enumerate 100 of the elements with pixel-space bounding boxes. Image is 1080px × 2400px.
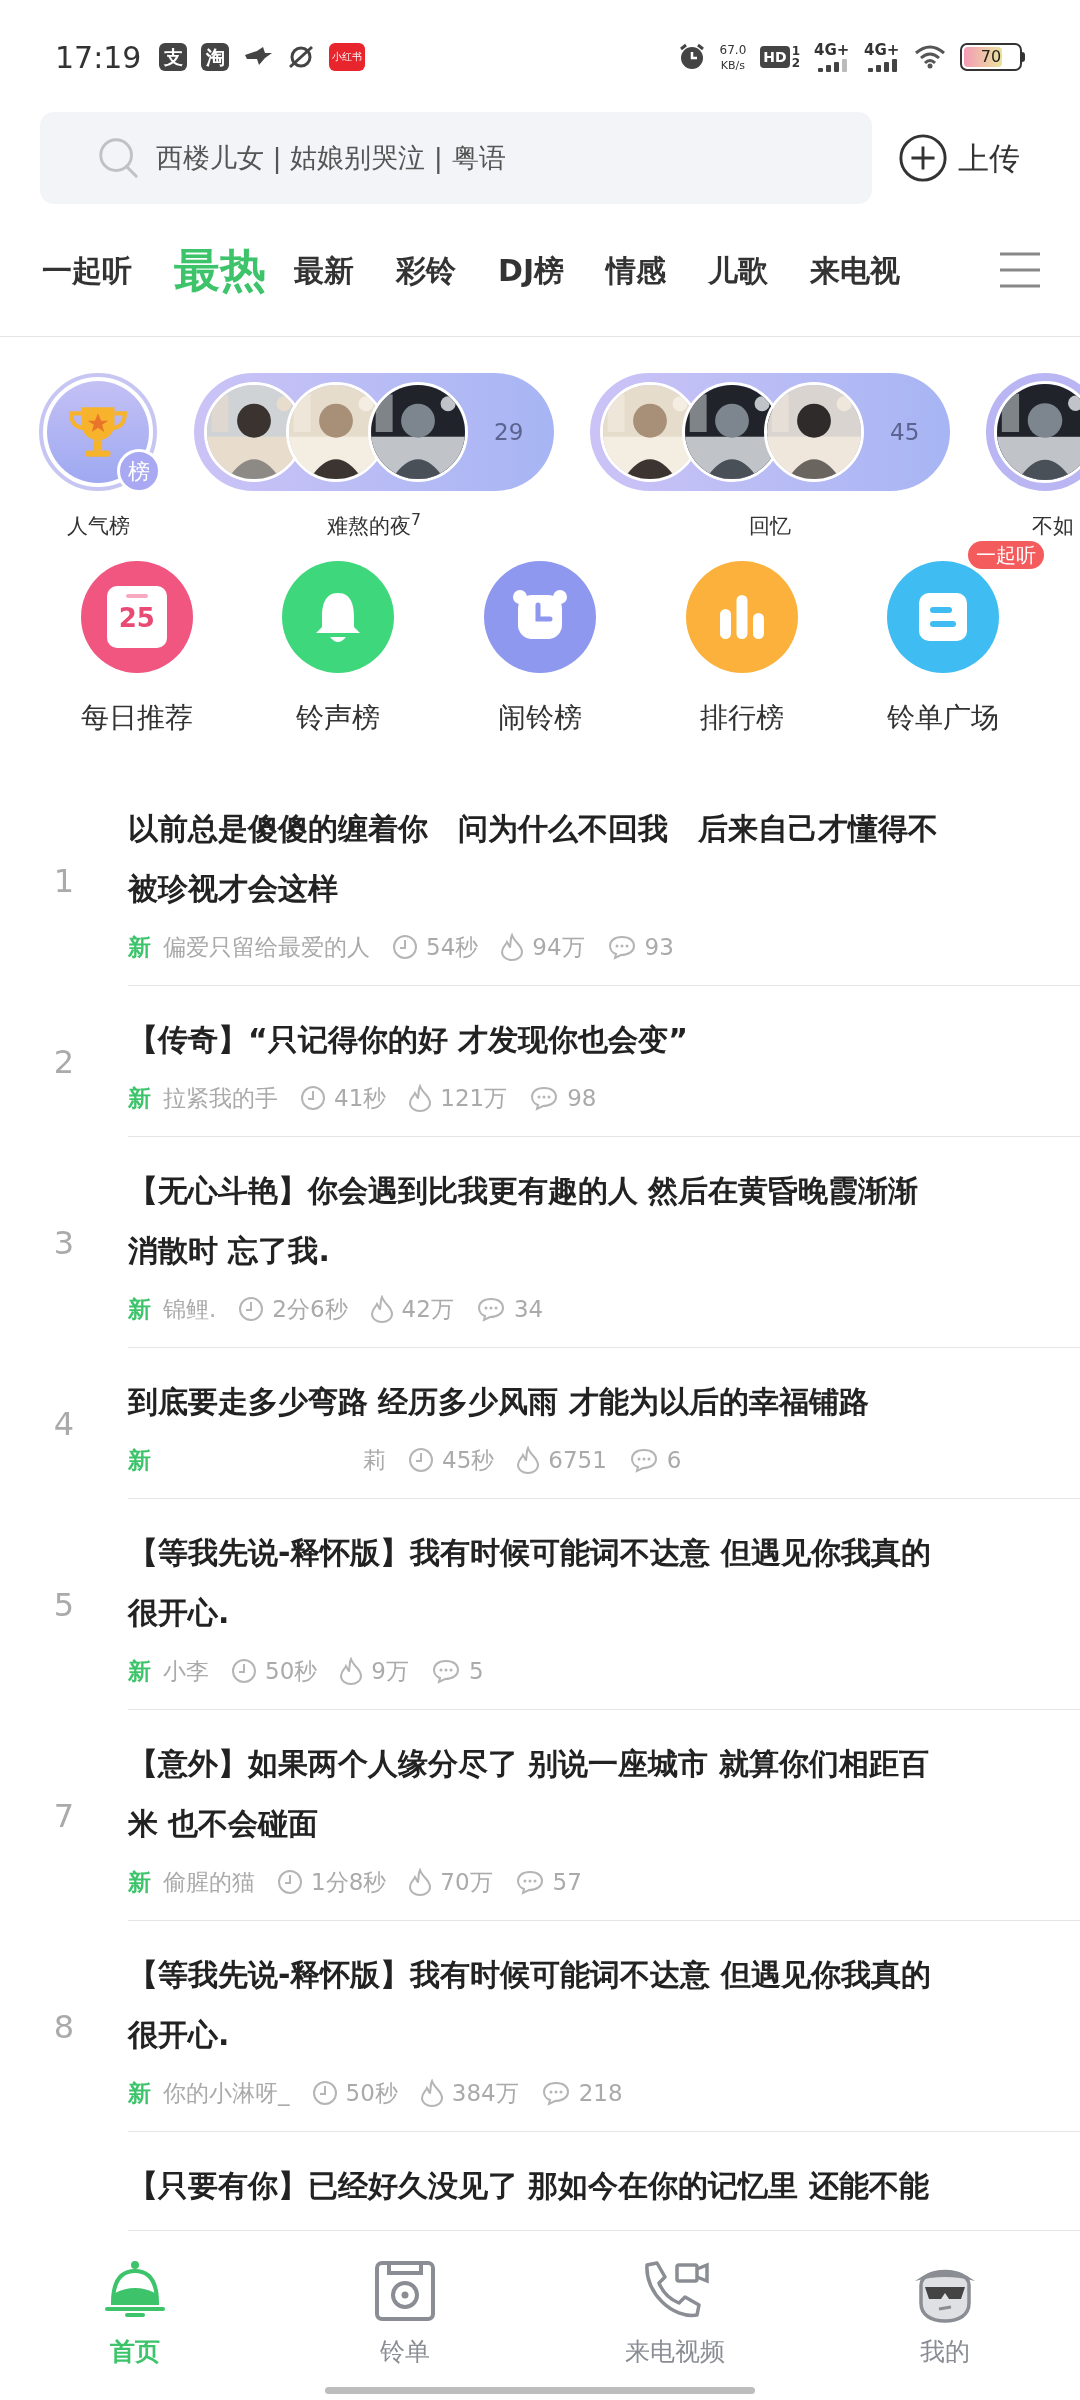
duration: 41秒	[334, 1083, 387, 1113]
playlist-title[interactable]: 回忆	[749, 511, 791, 543]
play-count: 42万	[401, 1294, 454, 1324]
comment-count: 98	[567, 1083, 597, 1113]
song-title[interactable]: 【传奇】“只记得你的好 才发现你也会变”	[128, 1010, 688, 1070]
song-title[interactable]: 【只要有你】已经好久没见了 那如今在你的记忆里 还能不能	[128, 2156, 929, 2216]
author-name: 偷腥的猫	[163, 1867, 255, 1897]
song-title[interactable]: 以前总是傻傻的缠着你 问为什么不回我 后来自己才懂得不 被珍视才会这样	[128, 799, 938, 919]
new-tag: 新	[128, 1080, 151, 1116]
song-title[interactable]: 【等我先说-释怀版】我有时候可能词不达意 但遇见你我真的 很开心.	[128, 1523, 931, 1643]
author-name: 拉紧我的手	[163, 1083, 278, 1113]
rank-badge: 榜	[117, 449, 161, 493]
hd-icon: HD	[760, 46, 790, 68]
clock-icon	[300, 1085, 326, 1111]
play-count: 70万	[440, 1867, 493, 1897]
play-count: 121万	[440, 1083, 508, 1113]
rank-number: 4	[53, 1403, 75, 1445]
sim-label: 2	[791, 57, 800, 69]
rank-number: 5	[53, 1584, 75, 1626]
playlist-count: 45	[890, 417, 920, 447]
category-tab[interactable]: 情感	[606, 247, 667, 293]
play-count: 9万	[371, 1656, 409, 1686]
shortcut-button[interactable]: 闹铃榜	[439, 541, 641, 739]
clock-icon	[277, 1869, 303, 1895]
upload-button[interactable]: 上传	[898, 133, 1020, 183]
calendar-date: 25	[118, 602, 155, 635]
song-title[interactable]: 【等我先说-释怀版】我有时候可能词不达意 但遇见你我真的 很开心.	[128, 1945, 931, 2065]
search-field[interactable]: 西楼儿女 | 姑娘别哭泣 | 粤语	[40, 112, 872, 204]
flame-icon	[339, 1657, 364, 1685]
clock-icon	[311, 2080, 338, 2106]
category-tab[interactable]: 一起听	[42, 247, 132, 293]
shortcut-button[interactable]: 铃声榜	[237, 541, 440, 739]
playlist-title[interactable]: 不如	[1032, 511, 1074, 543]
comment-icon	[606, 934, 637, 960]
duration: 50秒	[345, 2078, 398, 2108]
battery-level: 70	[979, 46, 1003, 68]
network-type: 4G+	[814, 42, 850, 58]
comment-icon	[529, 1085, 560, 1111]
network-speed: 67.0	[719, 43, 747, 56]
comment-count: 34	[513, 1294, 544, 1324]
new-tag: 新	[128, 1653, 151, 1689]
playlist-title[interactable]: 人气榜	[66, 511, 130, 543]
speed-unit: KB/s	[720, 59, 746, 71]
flame-icon	[408, 1084, 433, 1112]
song-title[interactable]: 【无心斗艳】你会遇到比我更有趣的人 然后在黄昏晚霞渐渐 消散时 忘了我.	[128, 1161, 919, 1281]
author-name: 锦鲤.	[163, 1294, 217, 1324]
new-tag: 新	[128, 1442, 151, 1478]
category-tab[interactable]: DJ榜	[498, 247, 565, 293]
author-name: 小李	[163, 1656, 209, 1686]
shortcut-button[interactable]: 排行榜	[640, 541, 843, 739]
new-tag: 新	[128, 2075, 151, 2111]
author-name: 莉	[363, 1445, 386, 1475]
comment-icon	[628, 1447, 659, 1473]
rank-number: 8	[53, 2006, 75, 2048]
song-title[interactable]: 到底要走多少弯路 经历多少风雨 才能为以后的幸福铺路	[128, 1372, 869, 1432]
new-tag: 新	[128, 929, 151, 965]
rank-number: 3	[53, 1222, 75, 1264]
author-name: 你的小淋呀_	[163, 2078, 290, 2108]
wifi-icon	[914, 45, 946, 69]
app-icon: 淘	[201, 43, 230, 71]
duration: 45秒	[442, 1445, 495, 1475]
duration: 54秒	[426, 932, 479, 962]
comment-icon	[430, 1658, 461, 1684]
clock-time: 17:19	[55, 38, 142, 77]
clock-icon	[238, 1296, 265, 1322]
clock-icon	[231, 1658, 257, 1684]
category-tab[interactable]: 儿歌	[708, 247, 769, 293]
category-tab[interactable]: 最新	[294, 247, 354, 293]
new-tag: 新	[128, 1864, 151, 1900]
flame-icon	[408, 1868, 433, 1896]
comment-icon	[475, 1296, 506, 1322]
comment-icon	[514, 1869, 545, 1895]
duration: 1分8秒	[311, 1867, 387, 1897]
category-tab[interactable]: 来电视	[810, 247, 901, 293]
play-count: 384万	[451, 2078, 519, 2108]
play-count: 6751	[548, 1445, 607, 1475]
sim-label: 1	[791, 45, 800, 57]
rank-number: 1	[53, 860, 75, 902]
duration: 50秒	[265, 1656, 318, 1686]
speaker-icon	[373, 2259, 437, 2323]
alarm-icon	[677, 43, 706, 71]
category-tab[interactable]: 彩铃	[396, 247, 456, 293]
playlist-title[interactable]: 难熬的夜$^{7}$	[327, 511, 421, 543]
song-title[interactable]: 【意外】如果两个人缘分尽了 别说一座城市 就算你们相距百 米 也不会碰面	[128, 1734, 929, 1854]
clock-icon	[392, 934, 418, 960]
shortcut-badge: 一起听	[968, 541, 1044, 569]
duration: 2分6秒	[272, 1294, 348, 1324]
flame-icon	[516, 1446, 541, 1474]
new-tag: 新	[128, 1291, 151, 1327]
shortcut-button[interactable]: 25 每日推荐	[36, 541, 238, 739]
author-name: 偏爱只留给最爱的人	[163, 932, 370, 962]
comment-count: 6	[666, 1445, 682, 1475]
network-type: 4G+	[864, 42, 900, 58]
menu-icon[interactable]	[1000, 252, 1040, 288]
rank-number: 7	[53, 1795, 75, 1837]
comment-count: 5	[468, 1656, 484, 1686]
app-icon: 支	[159, 43, 188, 71]
flame-icon	[500, 933, 525, 961]
flame-icon	[419, 2079, 444, 2107]
shortcut-button[interactable]: 一起听 铃单广场	[842, 541, 1044, 739]
